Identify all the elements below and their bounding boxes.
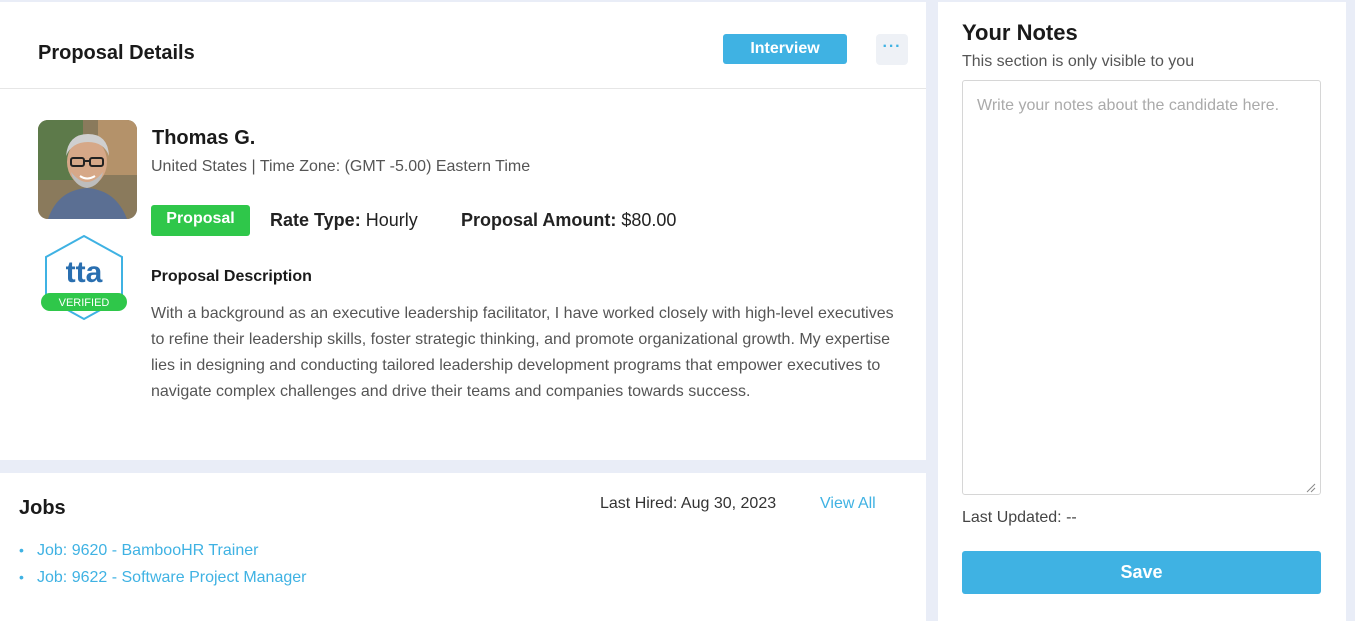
view-all-link[interactable]: View All bbox=[820, 495, 876, 513]
svg-text:VERIFIED: VERIFIED bbox=[59, 297, 110, 309]
list-item[interactable]: • Job: 9622 - Software Project Manager bbox=[19, 567, 306, 594]
svg-text:tta: tta bbox=[66, 256, 103, 289]
candidate-location: United States | Time Zone: (GMT -5.00) E… bbox=[151, 158, 531, 175]
job-link[interactable]: Job: 9620 - BambooHR Trainer bbox=[37, 542, 258, 559]
save-button[interactable]: Save bbox=[962, 551, 1321, 594]
avatar bbox=[38, 120, 137, 219]
interview-button[interactable]: Interview bbox=[723, 34, 847, 64]
notes-subtitle: This section is only visible to you bbox=[962, 53, 1195, 70]
job-link[interactable]: Job: 9622 - Software Project Manager bbox=[37, 569, 306, 586]
more-dots-icon[interactable]: ··· bbox=[876, 34, 908, 65]
list-item[interactable]: • Job: 9620 - BambooHR Trainer bbox=[19, 540, 306, 567]
page-title: Proposal Details bbox=[38, 42, 195, 64]
tta-verified-badge-icon: tta VERIFIED bbox=[40, 234, 128, 323]
candidate-name[interactable]: Thomas G. bbox=[152, 127, 255, 150]
bullet-icon: • bbox=[19, 542, 24, 558]
jobs-list: • Job: 9620 - BambooHR Trainer • Job: 9622… bbox=[19, 540, 306, 594]
last-hired: Last Hired: Aug 30, 2023 bbox=[600, 495, 777, 512]
description-heading: Proposal Description bbox=[151, 268, 312, 285]
rate-type-label: Rate Type: bbox=[270, 210, 361, 230]
bullet-icon: • bbox=[19, 569, 24, 585]
jobs-title: Jobs bbox=[19, 497, 66, 519]
rate-type-value: Hourly bbox=[365, 210, 418, 230]
last-updated: Last Updated: -- bbox=[962, 509, 1077, 526]
proposal-status-badge: Proposal bbox=[151, 205, 250, 236]
notes-card: Your Notes This section is only visible … bbox=[938, 2, 1346, 621]
rate-type: Rate Type: Hourly bbox=[270, 210, 418, 231]
proposal-amount-label: Proposal Amount: bbox=[461, 210, 617, 230]
avatar-portrait-image bbox=[38, 120, 137, 219]
jobs-card: Jobs Last Hired: Aug 30, 2023 View All •… bbox=[0, 473, 926, 621]
proposal-details-card: Proposal Details Interview ··· tta VERIF… bbox=[0, 2, 926, 460]
proposal-amount: Proposal Amount: $80.00 bbox=[461, 210, 676, 231]
notes-title: Your Notes bbox=[962, 20, 1078, 45]
resize-grip-icon[interactable] bbox=[1304, 480, 1316, 493]
proposal-amount-value: $80.00 bbox=[621, 210, 677, 230]
notes-textarea[interactable] bbox=[962, 80, 1321, 495]
proposal-header: Proposal Details Interview ··· bbox=[0, 2, 926, 89]
description-text: With a background as an executive leader… bbox=[151, 305, 894, 400]
